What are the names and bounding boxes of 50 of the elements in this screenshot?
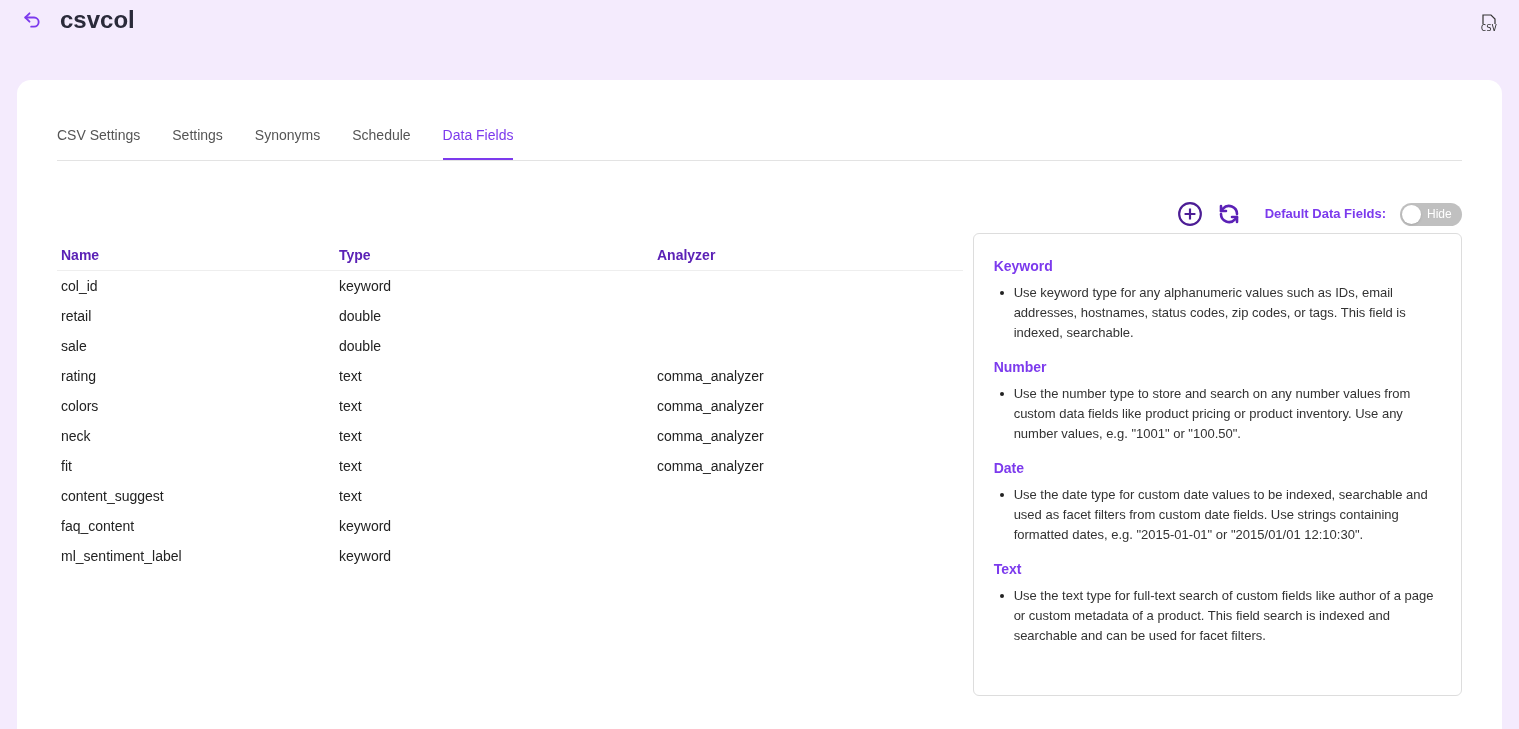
- help-heading: Date: [993, 459, 1025, 478]
- table-cell-text: comma_analyzer: [657, 426, 765, 446]
- table-cell-text: sale: [61, 336, 88, 356]
- table-cell-text: faq_content: [61, 516, 136, 536]
- help-text: Use the date type for custom date values to be indexed, searchable and used as facet filters from custom date fields. Use strings containing formatted dates, e.g. "2015-01-01" or "2015/01/01 12:10:30".: [1013, 486, 1429, 544]
- table-cell-text: text: [339, 456, 363, 476]
- file-icon: [1481, 13, 1496, 24]
- table-cell-text: fit: [61, 456, 73, 476]
- help-heading: Keyword: [993, 257, 1054, 276]
- table-cell-text: comma_analyzer: [657, 366, 765, 386]
- table-cell-text: ml_sentiment_label: [61, 546, 183, 566]
- page-title: csvcol: [60, 5, 135, 35]
- tab[interactable]: Settings: [172, 125, 223, 160]
- table-cell-text: comma_analyzer: [657, 456, 765, 476]
- table-cell-text: text: [339, 426, 363, 446]
- table-cell-text: double: [339, 306, 383, 326]
- default-fields-label: Default Data Fields:: [1264, 205, 1386, 224]
- bullet-icon: [999, 493, 1004, 497]
- column-header: Analyzer: [657, 246, 717, 265]
- csv-export-button[interactable]: CSV: [1480, 13, 1497, 33]
- help-text: Use the number type to store and search on any number values from custom data fields like product pricing or product inventory. Use any number values, e.g. "1001" or "100.50".: [1013, 385, 1412, 443]
- help-heading: Text: [993, 560, 1023, 579]
- table-cell-text: text: [339, 396, 363, 416]
- table-cell-text: text: [339, 366, 363, 386]
- table-cell-text: double: [339, 336, 383, 356]
- table-cell-text: text: [339, 486, 363, 506]
- table-cell-text: rating: [61, 366, 98, 386]
- table-cell-text: col_id: [61, 276, 99, 296]
- table-cell-text: colors: [61, 396, 100, 416]
- table-cell-text: retail: [61, 306, 93, 326]
- table-cell-text: keyword: [339, 276, 393, 296]
- tab[interactable]: Schedule: [352, 125, 411, 160]
- column-header: Type: [339, 246, 372, 265]
- table-cell-text: neck: [61, 426, 92, 446]
- add-button[interactable]: [1176, 201, 1203, 227]
- bullet-icon: [999, 594, 1004, 598]
- bullet-icon: [999, 392, 1004, 396]
- tab[interactable]: CSV Settings: [57, 125, 141, 160]
- tab[interactable]: Synonyms: [254, 125, 321, 160]
- column-header: Name: [61, 246, 101, 265]
- table-cell-text: keyword: [339, 516, 393, 536]
- table-cell-text: content_suggest: [61, 486, 165, 506]
- plus-circle-icon: [1176, 201, 1203, 227]
- help-text: Use keyword type for any alphanumeric values such as IDs, email addresses, hostnames, status codes, zip codes, or tags. This field is indexed, searchable.: [1013, 284, 1407, 342]
- tab[interactable]: Data Fields: [442, 125, 514, 160]
- table-cell-text: keyword: [339, 546, 393, 566]
- bullet-icon: [999, 291, 1004, 295]
- help-heading: Number: [993, 358, 1048, 377]
- table-cell-text: comma_analyzer: [657, 396, 765, 416]
- help-text: Use the text type for full-text search of custom fields like author of a page or custom metadata of a product. This field search is indexed and searchable and can be used for facet filters.: [1013, 587, 1435, 645]
